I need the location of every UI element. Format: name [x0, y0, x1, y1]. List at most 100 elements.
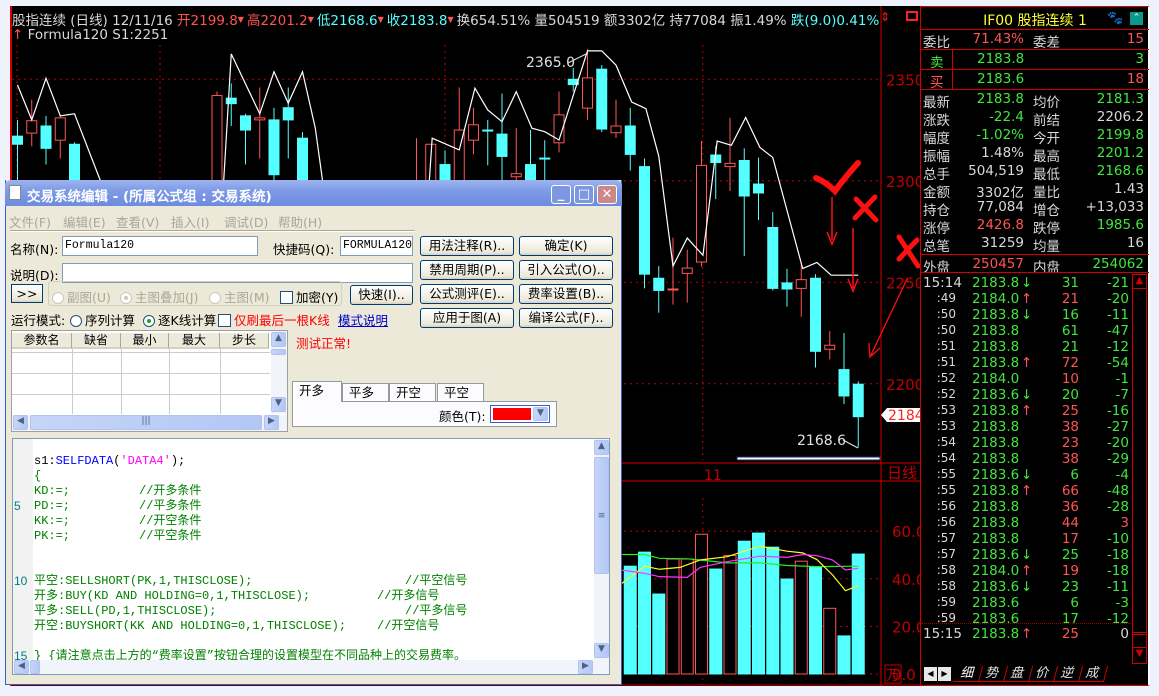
- menu-item[interactable]: 调试(D): [224, 212, 268, 231]
- tick-change: -54: [1106, 355, 1129, 371]
- radio-series-calc[interactable]: 序列计算: [70, 310, 135, 329]
- menu-item[interactable]: 插入(I): [171, 212, 209, 231]
- scroll-up-icon[interactable]: ▲: [594, 440, 609, 455]
- menu-item[interactable]: 文件(F): [9, 212, 51, 231]
- scroll-down-icon[interactable]: ▼: [594, 643, 609, 658]
- tick-scrollbar[interactable]: ▲ ▼: [1132, 274, 1147, 664]
- candle-body: [54, 117, 66, 141]
- name-input[interactable]: Formula120: [62, 236, 258, 256]
- dialog-button-1[interactable]: 确定(K): [519, 236, 613, 256]
- tick-time: :52: [936, 387, 956, 401]
- mode-help-link[interactable]: 模式说明: [338, 310, 388, 329]
- radio-main-overlay[interactable]: 主图叠加(J): [120, 287, 198, 306]
- tick-volume: 17: [1061, 611, 1079, 627]
- chevron-down-icon[interactable]: ▼: [533, 407, 548, 421]
- code-editor[interactable]: s1:SELFDATA('DATA4');{KD:=; //开多条件 5 PD:=; /…: [12, 438, 610, 675]
- candle-body: [795, 279, 807, 289]
- sort-icon[interactable]: ⇕: [880, 10, 890, 24]
- expand-button[interactable]: >>: [11, 284, 43, 303]
- scroll-thumb[interactable]: [1133, 632, 1146, 646]
- quick-button[interactable]: 快速(I)..: [350, 285, 413, 305]
- tick-row: :53 2183.8 ↑ 25 -16: [921, 403, 1131, 419]
- dialog-button-0[interactable]: 用法注释(R)..: [420, 236, 514, 256]
- tick-row: :50 2183.8 61 -47: [921, 323, 1131, 339]
- window-toggle-icon[interactable]: [906, 11, 918, 21]
- sell-row[interactable]: 卖 2183.8 3: [921, 51, 1149, 71]
- volume-tick-label: 20.0: [892, 618, 920, 636]
- scroll-down-icon[interactable]: ▼: [271, 397, 286, 412]
- minimize-button[interactable]: _: [551, 185, 571, 204]
- code-hscrollbar[interactable]: ◀ ▶: [13, 660, 609, 674]
- dialog-button-7[interactable]: 编译公式(F)..: [519, 308, 613, 328]
- tick-time: :55: [936, 483, 956, 497]
- code-comment: //开空信号: [377, 619, 440, 633]
- tick-change: -18: [1106, 563, 1129, 579]
- quote-label: 幅度: [923, 131, 950, 147]
- tick-time: :57: [936, 531, 956, 545]
- collapse-icon[interactable]: ⌃: [1130, 12, 1143, 25]
- signal-tab-3[interactable]: 平空: [437, 383, 484, 402]
- scroll-right-icon[interactable]: ▶: [264, 415, 279, 430]
- shortcut-input[interactable]: FORMULA120: [340, 236, 413, 256]
- code-line: 平空:SELLSHORT(PK,1,THISCLOSE);: [34, 574, 252, 589]
- scroll-thumb[interactable]: |||: [30, 415, 262, 430]
- tick-direction-icon: ↑: [1021, 626, 1033, 642]
- scroll-down-icon[interactable]: ▼: [1133, 647, 1146, 663]
- scroll-right-icon[interactable]: ▶: [578, 660, 593, 674]
- menu-item[interactable]: 查看(V): [116, 212, 159, 231]
- quote-label: 振幅: [923, 149, 950, 165]
- scroll-thumb[interactable]: [271, 349, 286, 355]
- color-select[interactable]: ▼: [490, 405, 550, 423]
- scroll-thumb[interactable]: [30, 660, 40, 674]
- code-token: 开多:BUY(KD AND HOLDING=0,1,THISCLOSE);: [34, 589, 311, 603]
- tab-next-icon[interactable]: ▶: [938, 667, 951, 681]
- menu-item[interactable]: 编辑(E): [63, 212, 106, 231]
- signal-tab-2[interactable]: 开空: [389, 383, 436, 402]
- radio-per-bar-calc[interactable]: 逐K线计算: [143, 310, 216, 329]
- signal-tab-0[interactable]: 开多: [292, 381, 342, 402]
- scroll-up-icon[interactable]: ▲: [271, 332, 286, 347]
- scroll-left-icon[interactable]: ◀: [13, 415, 28, 430]
- dialog-button-2[interactable]: 禁用周期(P)..: [420, 260, 514, 280]
- quote-value: 2206.2: [1096, 109, 1144, 125]
- scroll-up-icon[interactable]: ▲: [1133, 275, 1146, 289]
- dialog-button-5[interactable]: 费率设置(B)..: [519, 284, 613, 304]
- volume-unit-label: 万: [886, 668, 900, 684]
- detail-tab-5[interactable]: 成: [1077, 666, 1109, 682]
- buy-row[interactable]: 买 2183.6 18: [921, 71, 1149, 91]
- param-hscrollbar[interactable]: ◀ ||| ▶: [12, 415, 287, 431]
- dialog-title-bar[interactable]: 交易系统编辑 - (所属公式组 : 交易系统) _ □ ✕: [5, 180, 622, 206]
- tick-time: 15:14: [923, 275, 962, 291]
- close-button[interactable]: ✕: [597, 185, 617, 204]
- tick-change: -48: [1106, 483, 1129, 499]
- maximize-button[interactable]: □: [574, 185, 594, 204]
- weibi-row: 委比 71.43% 委差 15: [921, 31, 1149, 51]
- tick-price: 2183.8: [972, 483, 1020, 499]
- encrypt-checkbox[interactable]: 加密(Y): [280, 287, 338, 306]
- quote-row: 最新 2183.8 均价 2181.3: [921, 91, 1149, 111]
- param-vscrollbar[interactable]: ▲ ▼: [271, 331, 287, 414]
- run-mode-label: 运行模式:: [11, 313, 66, 328]
- quote-value: 1985.6: [1096, 217, 1144, 233]
- last-bar-only-checkbox[interactable]: 仅刷最后一根K线: [218, 310, 330, 329]
- signal-tab-1[interactable]: 平多: [342, 383, 389, 402]
- person-icon[interactable]: 🐾: [1107, 11, 1123, 26]
- down-marker-icon: ▼: [307, 15, 314, 24]
- chart-header-quote: 股指连续 (日线) 12/11/16 开2199.8▼ 高2201.2▼ 低2168…: [12, 9, 879, 29]
- tick-change: -4: [1115, 467, 1129, 483]
- parameter-table[interactable]: 参数名 缺省 最小 最大 步长 ▲ ▼ ◀ ||| ▶: [11, 330, 288, 432]
- tick-row: 15:15 2183.8 ↑ 25 0: [921, 626, 1131, 642]
- candle-body: [653, 277, 665, 291]
- scroll-thumb[interactable]: ≡: [594, 457, 609, 574]
- dialog-button-6[interactable]: 应用于图(A): [420, 308, 514, 328]
- description-input[interactable]: [62, 263, 413, 283]
- dialog-button-3[interactable]: 引入公式(O)..: [519, 260, 613, 280]
- menu-item[interactable]: 帮助(H): [278, 212, 322, 231]
- radio-subchart[interactable]: 副图(U): [52, 287, 111, 306]
- dialog-button-4[interactable]: 公式测评(E)..: [420, 284, 514, 304]
- radio-main-chart[interactable]: 主图(M): [209, 287, 270, 306]
- code-vscrollbar[interactable]: ▲ ≡ ▼: [594, 439, 609, 660]
- scroll-left-icon[interactable]: ◀: [14, 660, 29, 674]
- tab-prev-icon[interactable]: ◀: [924, 667, 937, 681]
- tick-change: -47: [1106, 323, 1129, 339]
